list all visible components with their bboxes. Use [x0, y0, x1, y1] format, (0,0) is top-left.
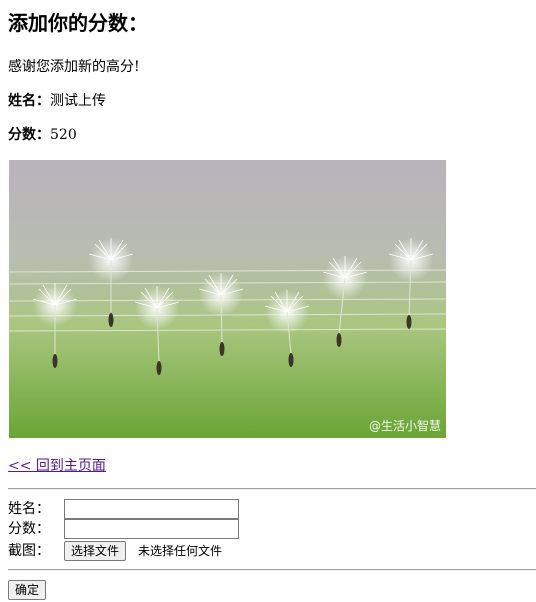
divider-bottom [8, 569, 536, 571]
entry-score: 分数：520 [8, 126, 77, 144]
entry-score-value: 520 [50, 127, 77, 143]
page-title: 添加你的分数： [8, 11, 148, 35]
entry-name-label: 姓名： [8, 93, 50, 109]
score-input[interactable] [64, 519, 239, 539]
thanks-message: 感谢您添加新的高分! [8, 59, 140, 75]
back-to-main-link[interactable]: << 回到主页面 [8, 455, 106, 475]
file-status-text: 未选择任何文件 [138, 544, 223, 558]
divider-top [8, 488, 536, 490]
score-screenshot-image: @生活小智慧 [9, 160, 446, 438]
form-screenshot-label: 截图： [8, 543, 50, 559]
form-score-label: 分数： [8, 521, 50, 537]
submit-button[interactable]: 确定 [8, 580, 47, 600]
image-watermark: @生活小智慧 [369, 418, 441, 433]
entry-name-value: 测试上传 [50, 93, 106, 109]
entry-score-label: 分数： [8, 127, 50, 143]
choose-file-button[interactable]: 选择文件 [64, 541, 127, 561]
form-name-label: 姓名： [8, 501, 50, 517]
name-input[interactable] [64, 499, 239, 519]
entry-name: 姓名：测试上传 [8, 92, 106, 110]
